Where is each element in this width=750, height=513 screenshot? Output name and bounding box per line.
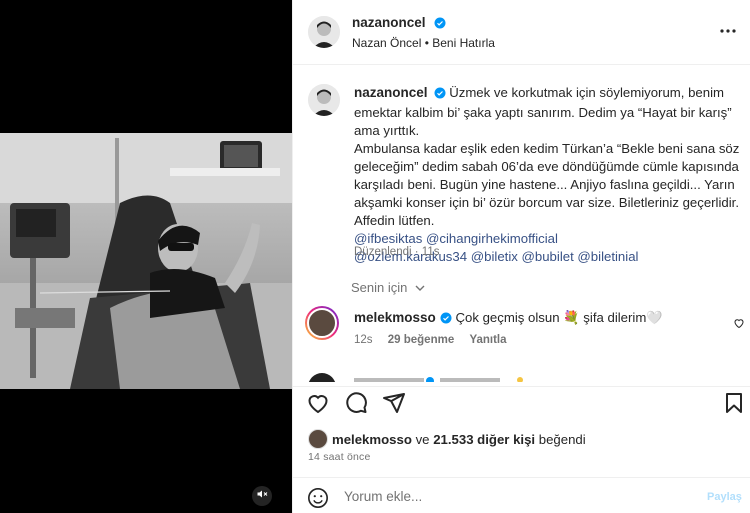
mention-links[interactable]: @ifbesiktas @cihangirhekimofficial xyxy=(354,231,558,246)
comment-time: 12s xyxy=(354,334,373,346)
for-you-label: Senin için xyxy=(351,280,408,295)
comment-meta: 12s 29 beğenme Yanıtla xyxy=(354,334,507,346)
verified-badge-icon xyxy=(440,312,452,327)
likes-suffix: beğendi xyxy=(538,432,586,447)
more-options-button[interactable] xyxy=(718,24,738,38)
heart-icon xyxy=(733,316,745,333)
reply-button[interactable]: Yanıtla xyxy=(469,334,506,346)
heart-icon xyxy=(306,395,330,419)
comment-input[interactable] xyxy=(344,486,684,506)
comment-composer: Paylaş xyxy=(293,477,750,513)
caption-line: geleceğim” dedim sabah 06’da eve döndüğü… xyxy=(354,159,739,174)
author-avatar[interactable] xyxy=(308,16,340,48)
caption-line: akşamki konser için bi’ özür borcum var … xyxy=(354,195,740,210)
author-username[interactable]: nazanoncel xyxy=(352,15,426,30)
share-icon xyxy=(382,393,406,419)
caption-avatar[interactable] xyxy=(308,84,340,116)
mute-icon xyxy=(256,487,268,505)
likes-connector: ve xyxy=(415,432,430,447)
post-comment-button[interactable]: Paylaş xyxy=(707,491,742,503)
comment-username[interactable]: melekmosso xyxy=(354,310,436,325)
caption-line: karşıladı beni. Bugün yine hastene... An… xyxy=(354,177,735,192)
comment-icon xyxy=(344,392,368,419)
comment-like-button[interactable] xyxy=(733,316,745,334)
post-header: nazanoncel Nazan Öncel • Beni Hatırla xyxy=(293,0,750,65)
verified-badge-icon xyxy=(434,86,446,104)
emoji-icon xyxy=(307,488,329,513)
likes-user[interactable]: melekmosso xyxy=(332,432,412,447)
comment-body: Çok geçmiş olsun 💐 şifa dilerim🤍 xyxy=(455,310,663,325)
caption-line: Üzmek ve korkutmak için söylemiyorum, be… xyxy=(449,85,725,100)
likes-summary: melekmosso ve 21.533 diğer kişi beğendi xyxy=(308,429,586,449)
caption-line: emektar kalbim bi’ şaka yaptı sanırım. D… xyxy=(354,105,732,120)
verified-badge-icon xyxy=(434,16,446,34)
caption-text: nazanoncel Üzmek ve korkutmak için söyle… xyxy=(354,84,742,266)
likes-count[interactable]: 21.533 diğer kişi xyxy=(433,432,535,447)
post-panel: nazanoncel Nazan Öncel • Beni Hatırla na… xyxy=(292,0,750,513)
comment-likes[interactable]: 29 beğenme xyxy=(388,334,454,346)
action-bar: melekmosso ve 21.533 diğer kişi beğendi … xyxy=(293,386,750,476)
for-you-filter[interactable]: Senin için xyxy=(351,279,425,295)
share-button[interactable] xyxy=(382,391,406,415)
caption-section: nazanoncel Üzmek ve korkutmak için söyle… xyxy=(293,66,750,386)
more-options-icon xyxy=(718,25,738,42)
save-button[interactable] xyxy=(722,391,746,415)
post-photo xyxy=(0,133,292,389)
comment: melekmosso Çok geçmiş olsun 💐 şifa diler… xyxy=(354,310,663,327)
caption-line: ama yırttık. xyxy=(354,123,420,138)
next-comment-partial xyxy=(305,370,545,382)
audio-line[interactable]: Nazan Öncel • Beni Hatırla xyxy=(352,36,495,50)
comment-button[interactable] xyxy=(344,391,368,415)
caption-username[interactable]: nazanoncel xyxy=(354,85,428,100)
post-time[interactable]: 14 saat önce xyxy=(308,451,371,463)
edited-time[interactable]: 11s xyxy=(422,246,440,258)
comment-avatar[interactable] xyxy=(305,306,339,340)
like-button[interactable] xyxy=(306,391,330,415)
edited-label: Düzenlendi xyxy=(354,246,412,258)
post-media[interactable] xyxy=(0,0,292,513)
emoji-button[interactable] xyxy=(307,487,329,513)
caption-line: Affedin lütfen. xyxy=(354,213,435,228)
likes-avatar[interactable] xyxy=(308,429,328,449)
caption-meta: Düzenlendi · 11s xyxy=(354,246,440,258)
mute-toggle[interactable] xyxy=(252,486,272,506)
caption-line: Ambulansa kadar eşlik eden kedim Türkan’… xyxy=(354,141,740,156)
chevron-down-icon xyxy=(415,279,425,294)
bookmark-icon xyxy=(722,393,746,419)
